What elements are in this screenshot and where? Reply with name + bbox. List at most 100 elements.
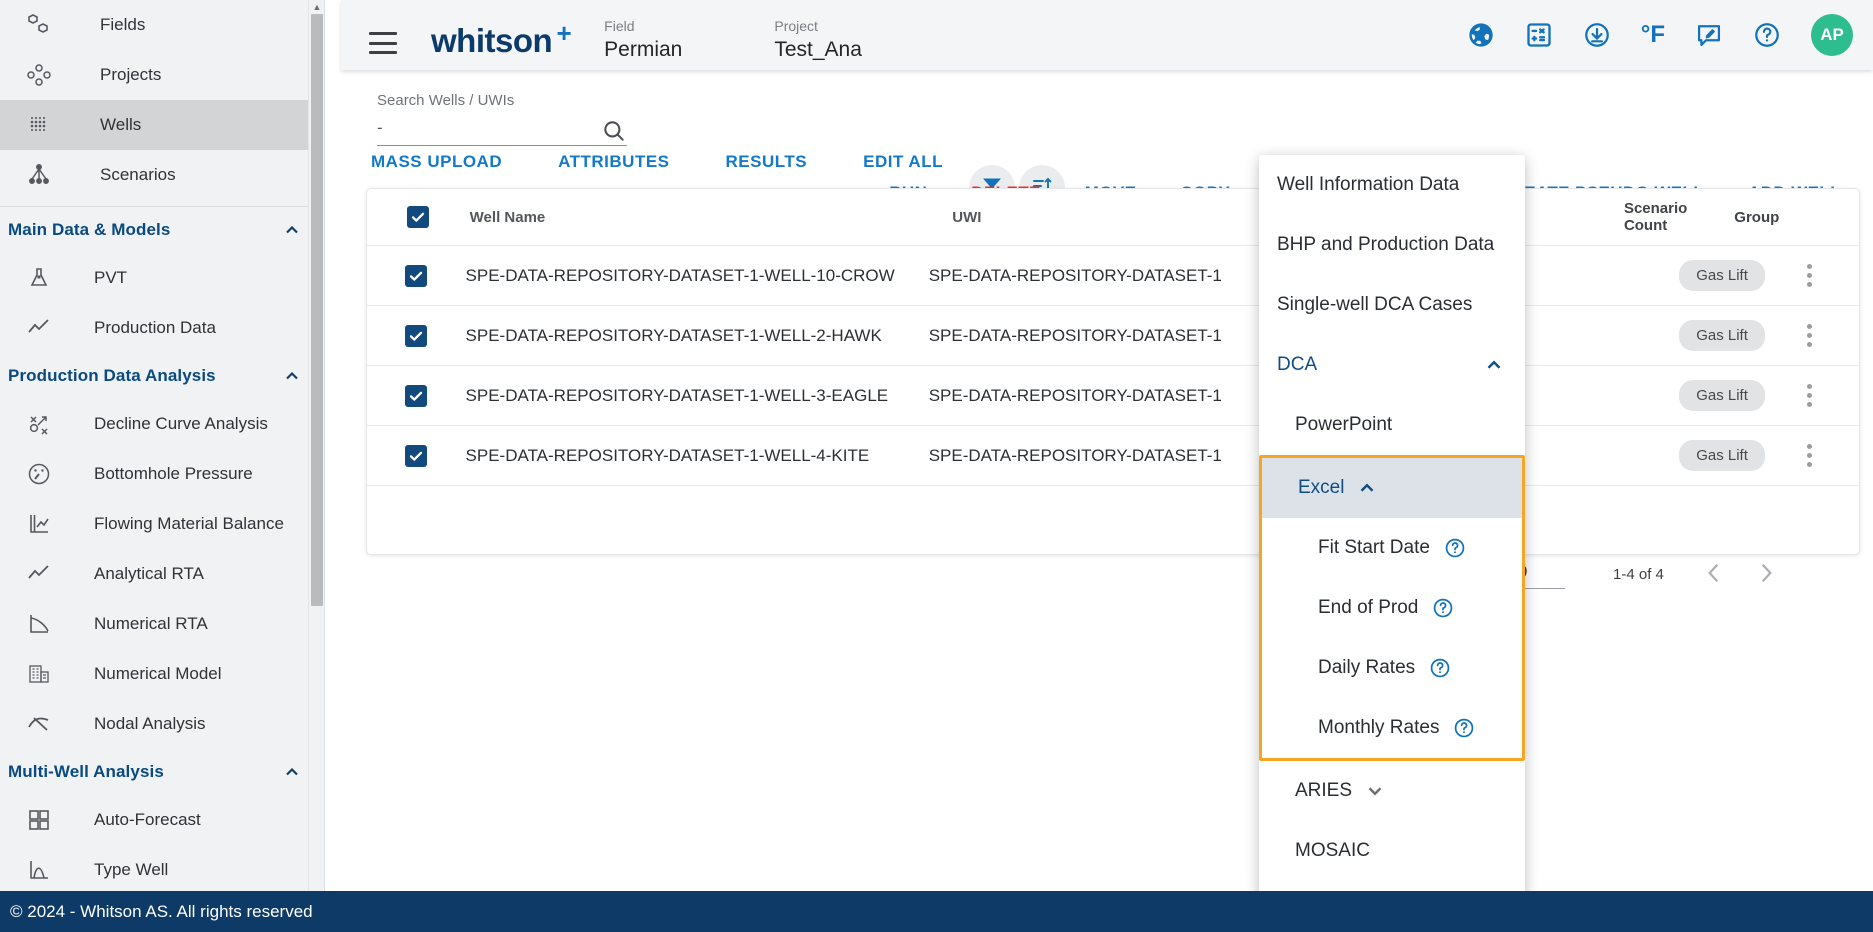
help-icon[interactable] [1429,657,1451,679]
group-badge: Gas Lift [1679,380,1765,411]
menu-item-mosaic[interactable]: MOSAIC [1259,821,1525,881]
menu-item-fit-start-date[interactable]: Fit Start Date [1262,518,1522,578]
menu-item-aries[interactable]: ARIES [1259,761,1525,821]
table-header-row: Well Name UWI Data Scenario Count Group [367,189,1859,246]
column-header-scenario-count[interactable]: Scenario Count [1624,200,1734,234]
sidebar-item-label: Type Well [94,860,169,879]
fields-icon [22,10,56,40]
menu-item-dca[interactable]: DCA [1259,335,1525,395]
menu-item-single-well-dca-cases[interactable]: Single-well DCA Cases [1259,275,1525,335]
sidebar-item-type-well[interactable]: Type Well [0,845,324,895]
sidebar-item-nodal-analysis[interactable]: Nodal Analysis [0,699,324,749]
globe-icon[interactable] [1467,21,1495,49]
row-menu-button[interactable] [1799,264,1821,287]
field-selector[interactable]: Field Permian [604,18,722,62]
sidebar-item-auto-forecast[interactable]: Auto-Forecast [0,795,324,845]
sidebar-group-label: Multi-Well Analysis [8,762,164,781]
row-menu-button[interactable] [1799,444,1821,467]
download-icon[interactable] [1583,21,1611,49]
pagination-range: 1-4 of 4 [1613,566,1664,583]
sidebar-scrollbar[interactable]: ▲ ▼ [308,0,324,932]
sidebar-item-label: Analytical RTA [94,564,204,583]
decline-curve-icon [22,409,56,439]
sidebar-item-numerical-model[interactable]: Numerical Model [0,649,324,699]
scenarios-icon [22,160,56,190]
menu-item-end-of-prod[interactable]: End of Prod [1262,578,1522,638]
sidebar-item-decline-curve-analysis[interactable]: Decline Curve Analysis [0,399,324,449]
sidebar-item-label: Numerical Model [94,664,222,683]
cell-well-name: SPE-DATA-REPOSITORY-DATASET-1-WELL-10-CR… [465,265,895,285]
sidebar-group-production-data-analysis[interactable]: Production Data Analysis [0,353,324,399]
sidebar-item-label: Auto-Forecast [94,810,201,829]
row-menu-button[interactable] [1799,384,1821,407]
tab-edit-all[interactable]: EDIT ALL [835,152,971,172]
row-checkbox[interactable] [405,324,428,347]
sidebar-item-wells[interactable]: Wells [0,100,324,150]
row-checkbox[interactable] [405,384,428,407]
tab-mass-upload[interactable]: MASS UPLOAD [363,152,530,172]
table-pagination [367,486,1859,554]
row-checkbox[interactable] [405,444,428,467]
sidebar-item-production-data[interactable]: Production Data [0,303,324,353]
scroll-up-arrow-icon[interactable]: ▲ [309,0,324,14]
sidebar-item-analytical-rta[interactable]: Analytical RTA [0,549,324,599]
table-row[interactable]: SPE-DATA-REPOSITORY-DATASET-1-WELL-2-HAW… [367,306,1859,366]
sidebar-item-projects[interactable]: Projects [0,50,324,100]
sidebar-item-label: Decline Curve Analysis [94,414,268,433]
tab-results[interactable]: RESULTS [698,152,836,172]
chevron-up-icon [282,762,302,782]
chevron-down-icon [1364,780,1386,802]
temperature-unit-icon[interactable]: °F [1641,21,1665,49]
table-row[interactable]: SPE-DATA-REPOSITORY-DATASET-1-WELL-10-CR… [367,246,1859,306]
sidebar-group-multi-well-analysis[interactable]: Multi-Well Analysis [0,749,324,795]
row-menu-button[interactable] [1799,324,1821,347]
menu-item-monthly-rates[interactable]: Monthly Rates [1262,698,1522,758]
table-row[interactable]: SPE-DATA-REPOSITORY-DATASET-1-WELL-4-KIT… [367,426,1859,486]
sidebar-group-main-data-models[interactable]: Main Data & Models [0,207,324,253]
project-selector[interactable]: Project Test_Ana [774,18,902,62]
sidebar-scrollbar-thumb[interactable] [311,14,323,606]
row-select-cell [367,324,466,347]
table-row[interactable]: SPE-DATA-REPOSITORY-DATASET-1-WELL-3-EAG… [367,366,1859,426]
search-input[interactable]: - [377,118,383,137]
sidebar-item-bottomhole-pressure[interactable]: Bottomhole Pressure [0,449,324,499]
feedback-icon[interactable] [1695,21,1723,49]
help-icon[interactable] [1432,597,1454,619]
project-selector-value: Test_Ana [774,38,862,61]
cell-well-name: SPE-DATA-REPOSITORY-DATASET-1-WELL-2-HAW… [465,325,882,345]
menu-item-bhp-and-production-data[interactable]: BHP and Production Data [1259,215,1525,275]
select-all-checkbox[interactable] [407,206,430,228]
avatar[interactable]: AP [1811,14,1853,56]
row-checkbox[interactable] [405,264,428,287]
menu-item-powerpoint[interactable]: PowerPoint [1259,395,1525,455]
brand-plus-icon: + [556,18,572,48]
cell-well-name: SPE-DATA-REPOSITORY-DATASET-1-WELL-3-EAG… [465,385,889,405]
row-select-cell [367,384,466,407]
calculator-icon[interactable] [1525,21,1553,49]
pagination-prev-button[interactable] [1701,560,1727,591]
menu-item-excel[interactable]: Excel [1262,458,1522,518]
group-badge: Gas Lift [1679,320,1765,351]
group-badge: Gas Lift [1679,440,1765,471]
sidebar-item-fields[interactable]: Fields [0,0,324,50]
help-icon[interactable] [1444,537,1466,559]
menu-item-label: Monthly Rates [1318,717,1440,738]
column-header-well-name[interactable]: Well Name [470,209,953,226]
menu-item-label: Daily Rates [1318,657,1416,678]
sidebar-item-flowing-material-balance[interactable]: Flowing Material Balance [0,499,324,549]
sidebar-item-numerical-rta[interactable]: Numerical RTA [0,599,324,649]
search-input-label: Search Wells / UWIs [377,92,515,109]
pagination-next-button[interactable] [1753,560,1779,591]
search-wells-field[interactable]: Search Wells / UWIs - [377,92,627,146]
menu-item-well-information-data[interactable]: Well Information Data [1259,155,1525,215]
app-footer: © 2024 - Whitson AS. All rights reserved [0,891,1873,932]
search-icon[interactable] [601,118,627,149]
sidebar-item-scenarios[interactable]: Scenarios [0,150,324,200]
menu-item-daily-rates[interactable]: Daily Rates [1262,638,1522,698]
help-icon[interactable] [1753,21,1781,49]
help-icon[interactable] [1453,717,1475,739]
column-header-group[interactable]: Group [1734,209,1859,226]
hamburger-icon[interactable] [369,32,397,54]
sidebar-item-pvt[interactable]: PVT [0,253,324,303]
tab-attributes[interactable]: ATTRIBUTES [530,152,697,172]
